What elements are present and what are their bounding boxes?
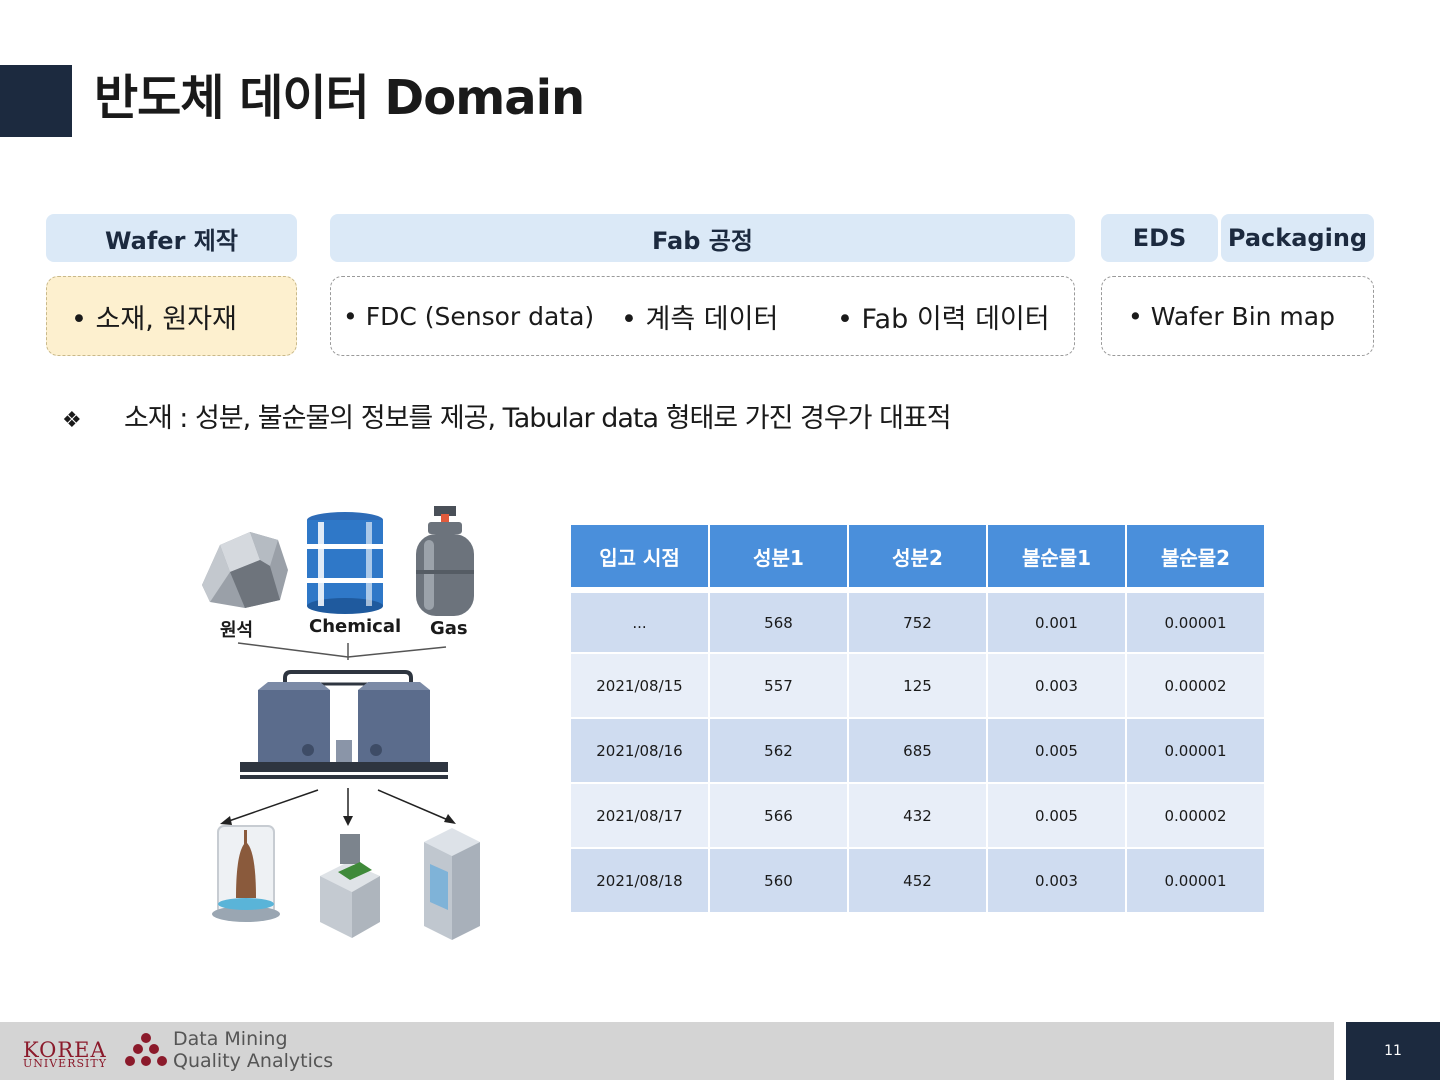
header-impurity-1: 불순물1 [988, 525, 1125, 587]
diamond-bullet-icon: ❖ [62, 408, 82, 433]
stage-item-fab-history: • Fab 이력 데이터 [837, 303, 1050, 335]
crystal-furnace-icon [212, 825, 280, 922]
table-cell: 452 [849, 849, 986, 912]
title-accent-block [0, 65, 72, 137]
stage-box-fab: • FDC (Sensor data) • 계측 데이터 • Fab 이력 데이… [330, 276, 1075, 356]
table-header-row: 입고 시점 성분1 성분2 불순물1 불순물2 [571, 525, 1264, 587]
processing-tanks-icon [240, 670, 448, 779]
lab-name-line1: Data Mining [173, 1028, 288, 1050]
table-cell: 560 [710, 849, 847, 912]
table-cell: 752 [849, 589, 986, 652]
note-line: ❖ 소재 : 성분, 불순물의 정보를 제공, Tabular data 형태로 … [62, 396, 952, 435]
stage-header-fab: Fab 공정 [330, 214, 1075, 262]
table-cell: 0.00001 [1127, 719, 1264, 782]
deposition-machine-icon [320, 834, 380, 938]
lab-logo-icon [125, 1033, 167, 1066]
table-cell: 685 [849, 719, 986, 782]
table-cell: 568 [710, 589, 847, 652]
chemical-drum-icon [307, 512, 383, 614]
table-cell: 0.00001 [1127, 849, 1264, 912]
header-receipt-time: 입고 시점 [571, 525, 708, 587]
label-gas: Gas [430, 618, 468, 639]
materials-flow-graphic [202, 506, 480, 940]
stage-header-wafer: Wafer 제작 [46, 214, 297, 262]
table-cell: 0.003 [988, 849, 1125, 912]
table-row: 2021/08/16 562 685 0.005 0.00001 [571, 719, 1264, 782]
stage-item-fdc: • FDC (Sensor data) [343, 301, 595, 331]
stage-item-metrology: • 계측 데이터 [621, 303, 779, 335]
materials-illustration: 원석 Chemical Gas [190, 500, 510, 950]
table-cell: 0.005 [988, 719, 1125, 782]
label-chemical: Chemical [309, 616, 402, 637]
gas-cylinder-icon [416, 506, 474, 616]
label-ore: 원석 [220, 620, 254, 641]
table-row: 2021/08/17 566 432 0.005 0.00002 [571, 784, 1264, 847]
table-row: ... 568 752 0.001 0.00001 [571, 589, 1264, 652]
slide-title: 반도체 데이터 Domain [94, 70, 585, 126]
table-cell: 0.003 [988, 654, 1125, 717]
table-cell: 566 [710, 784, 847, 847]
table-cell: 432 [849, 784, 986, 847]
table-cell: ... [571, 589, 708, 652]
table-cell: 0.00002 [1127, 654, 1264, 717]
stage-header-eds: EDS [1101, 214, 1218, 262]
table-cell: 2021/08/17 [571, 784, 708, 847]
table-cell: 0.00001 [1127, 589, 1264, 652]
lab-name-line2: Quality Analytics [173, 1050, 334, 1072]
stage-item-wafer-bin-map: • Wafer Bin map [1128, 301, 1335, 331]
table-cell: 125 [849, 654, 986, 717]
ore-rock-icon [202, 532, 288, 608]
table-row: 2021/08/15 557 125 0.003 0.00002 [571, 654, 1264, 717]
header-impurity-2: 불순물2 [1127, 525, 1264, 587]
table-cell: 562 [710, 719, 847, 782]
stage-header-packaging: Packaging [1221, 214, 1374, 262]
table-cell: 0.005 [988, 784, 1125, 847]
page-number: 11 [1346, 1022, 1440, 1080]
note-text: 소재 : 성분, 불순물의 정보를 제공, Tabular data 형태로 가… [124, 403, 952, 434]
stage-box-wafer: • 소재, 원자재 [46, 276, 297, 356]
stage-box-eds-packaging: • Wafer Bin map [1101, 276, 1374, 356]
header-component-1: 성분1 [710, 525, 847, 587]
university-logo-subtext: UNIVERSITY [23, 1057, 107, 1070]
table-cell: 2021/08/15 [571, 654, 708, 717]
header-component-2: 성분2 [849, 525, 986, 587]
table-cell: 0.001 [988, 589, 1125, 652]
table-cell: 0.00002 [1127, 784, 1264, 847]
table-row: 2021/08/18 560 452 0.003 0.00001 [571, 849, 1264, 912]
equipment-cabinet-icon [424, 828, 480, 940]
table-cell: 2021/08/18 [571, 849, 708, 912]
stage-item-materials: • 소재, 원자재 [71, 303, 237, 335]
table-cell: 2021/08/16 [571, 719, 708, 782]
table-cell: 557 [710, 654, 847, 717]
materials-data-table: 입고 시점 성분1 성분2 불순물1 불순물2 ... 568 752 0.00… [569, 523, 1266, 914]
